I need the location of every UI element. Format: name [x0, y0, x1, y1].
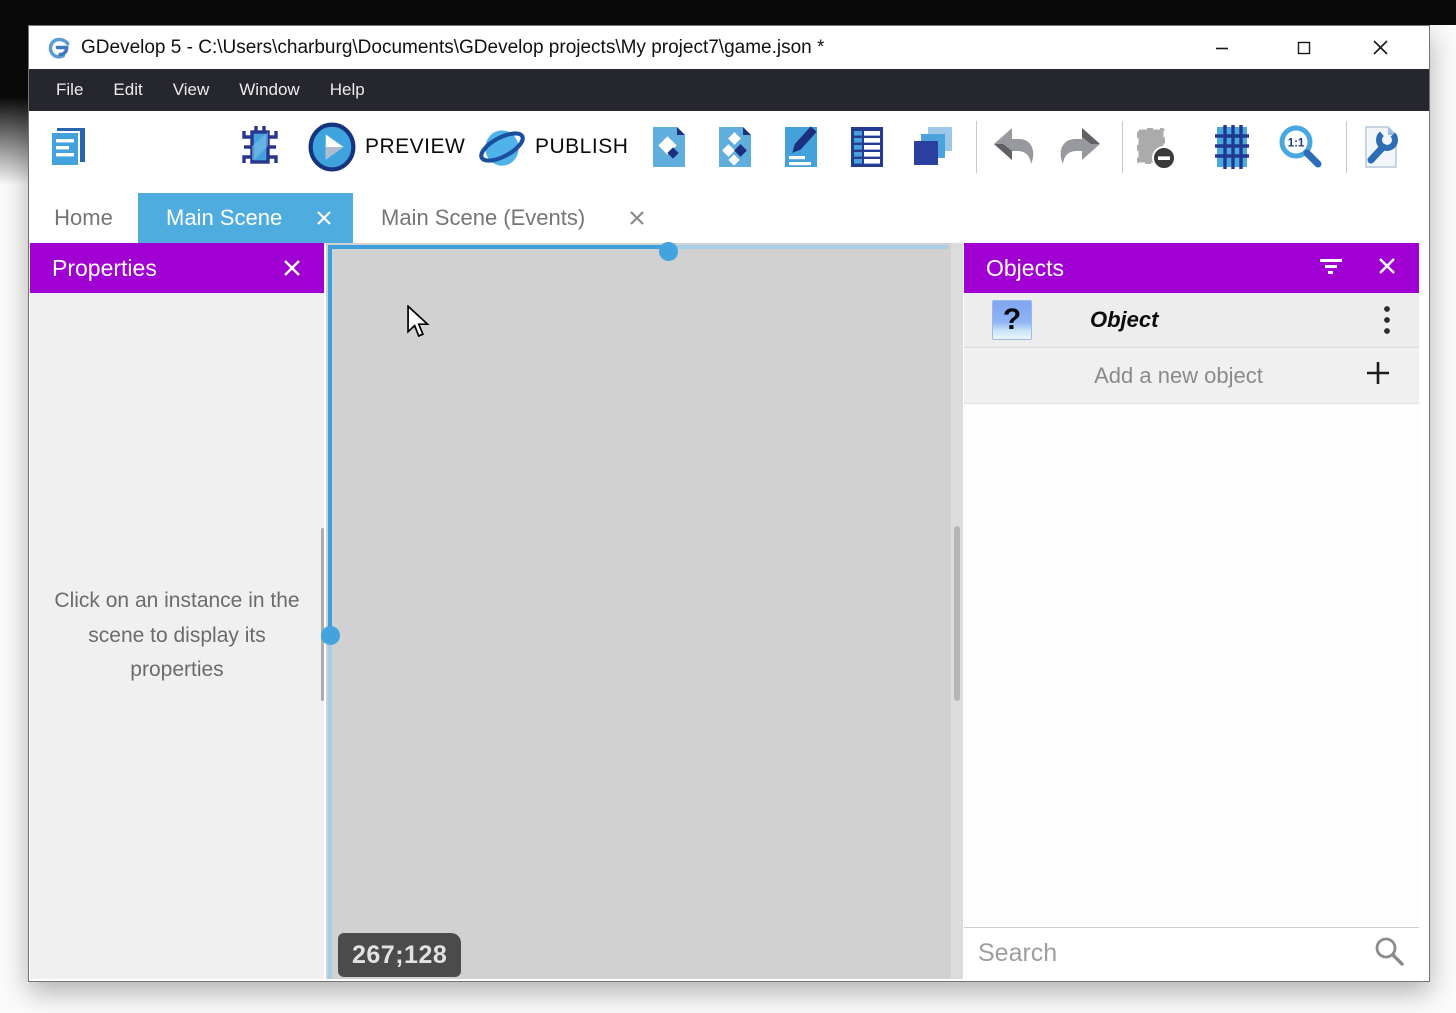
edit-scene-properties-button[interactable]	[776, 123, 826, 171]
redo-icon	[1056, 123, 1104, 171]
scene-hscroll-track-right[interactable]	[668, 245, 948, 249]
add-new-object-button[interactable]: Add a new object	[964, 348, 1419, 404]
zoom-ratio-label: 1:1	[1288, 138, 1305, 150]
external-events-doc-icon	[711, 123, 759, 171]
main-area: Properties Click on an instance in the s…	[29, 243, 1429, 981]
debugger-bug-icon	[236, 123, 284, 171]
objects-panel-header: Objects	[964, 243, 1419, 293]
clear-selection-button[interactable]	[1129, 123, 1179, 171]
title-bar: GDevelop 5 - C:\Users\charburg\Documents…	[29, 26, 1429, 69]
toggle-grid-button[interactable]	[1207, 123, 1257, 171]
editor-tab-bar: Home Main Scene Main Scene (Events)	[29, 183, 1429, 243]
advanced-settings-button[interactable]	[1355, 123, 1405, 171]
properties-panel-body: Click on an instance in the scene to dis…	[30, 293, 324, 979]
close-icon	[1372, 39, 1389, 56]
toolbar: PREVIEW PUBLISH	[29, 111, 1429, 183]
maximize-button[interactable]	[1281, 26, 1327, 69]
objects-filter-icon[interactable]	[1319, 257, 1343, 280]
deselect-marquee-icon	[1129, 123, 1179, 171]
menu-edit[interactable]: Edit	[98, 69, 157, 111]
object-name-label: Object	[1090, 307, 1158, 333]
tab-home[interactable]: Home	[46, 193, 121, 243]
instances-stack-icon	[909, 123, 957, 171]
tab-main-scene-events-close-icon[interactable]	[628, 209, 646, 227]
desktop-background-top	[0, 0, 1456, 25]
undo-icon	[990, 123, 1038, 171]
debugger-button[interactable]	[235, 123, 285, 171]
search-icon	[1373, 935, 1405, 972]
tab-main-scene-events[interactable]: Main Scene (Events)	[353, 193, 666, 243]
scene-canvas[interactable]	[326, 243, 951, 979]
scene-right-scrollbar-thumb[interactable]	[954, 526, 960, 701]
tab-main-scene-label: Main Scene	[166, 205, 282, 231]
maximize-icon	[1296, 40, 1312, 56]
zoom-original-button[interactable]: 1:1	[1275, 123, 1325, 171]
add-new-object-label: Add a new object	[992, 363, 1365, 389]
mouse-cursor-icon	[406, 305, 432, 344]
tab-main-scene-events-label: Main Scene (Events)	[381, 205, 585, 231]
properties-scrollbar[interactable]	[321, 528, 324, 701]
menu-file[interactable]: File	[41, 69, 98, 111]
publish-label: PUBLISH	[535, 135, 628, 159]
scene-vscroll-track-bottom[interactable]	[328, 635, 332, 979]
redo-button[interactable]	[1055, 123, 1105, 171]
gdevelop-window: GDevelop 5 - C:\Users\charburg\Documents…	[28, 25, 1430, 982]
properties-panel: Properties Click on an instance in the s…	[30, 243, 324, 979]
scene-hscroll-thumb[interactable]	[659, 242, 678, 261]
minimize-button[interactable]	[1199, 26, 1245, 69]
menu-bar: File Edit View Window Help	[29, 69, 1429, 111]
layers-editor-button[interactable]	[842, 123, 892, 171]
preview-play-icon	[307, 122, 357, 172]
object-list-item[interactable]: ? Object	[964, 293, 1419, 348]
scene-editor: 267;128	[326, 243, 963, 979]
toolbar-separator	[1346, 121, 1347, 173]
object-search-bar	[964, 927, 1419, 979]
menu-view[interactable]: View	[158, 69, 225, 111]
properties-empty-message: Click on an instance in the scene to dis…	[50, 584, 304, 688]
properties-panel-header: Properties	[30, 243, 324, 293]
objects-doc-icon	[645, 123, 693, 171]
tab-home-label: Home	[54, 205, 113, 231]
wrench-doc-icon	[1356, 123, 1404, 171]
objects-editor-button[interactable]	[644, 123, 694, 171]
cursor-coordinates-badge: 267;128	[338, 933, 461, 977]
edit-scene-doc-icon	[777, 123, 825, 171]
close-button[interactable]	[1357, 26, 1403, 69]
menu-window[interactable]: Window	[224, 69, 314, 111]
tab-main-scene[interactable]: Main Scene	[138, 193, 353, 243]
layers-list-doc-icon	[843, 123, 891, 171]
grid-icon	[1208, 123, 1256, 171]
scene-right-scrollbar-track[interactable]	[951, 243, 963, 979]
instances-list-button[interactable]	[908, 123, 958, 171]
properties-close-icon[interactable]	[282, 258, 302, 278]
publish-button[interactable]: PUBLISH	[477, 123, 628, 171]
plus-icon[interactable]	[1365, 360, 1391, 391]
project-manager-icon	[44, 123, 92, 171]
publish-globe-icon	[477, 122, 527, 172]
object-question-icon: ?	[992, 300, 1032, 340]
toolbar-separator	[1122, 121, 1123, 173]
tab-main-scene-close-icon[interactable]	[315, 209, 333, 227]
objects-panel-title: Objects	[986, 255, 1064, 282]
properties-panel-title: Properties	[52, 255, 157, 282]
window-title: GDevelop 5 - C:\Users\charburg\Documents…	[81, 37, 824, 59]
object-search-input[interactable]	[978, 939, 1373, 968]
scene-vscroll-thumb[interactable]	[321, 626, 340, 645]
toolbar-separator	[976, 121, 977, 173]
menu-help[interactable]: Help	[315, 69, 380, 111]
scene-hscroll-track-left[interactable]	[328, 245, 668, 249]
preview-label: PREVIEW	[365, 135, 465, 159]
gdevelop-logo-icon	[45, 35, 71, 61]
object-menu-dots-icon[interactable]	[1383, 305, 1391, 335]
desktop-background-left	[0, 25, 28, 185]
objects-panel: Objects ? Object	[964, 243, 1419, 979]
preview-button[interactable]: PREVIEW	[307, 123, 465, 171]
undo-button[interactable]	[989, 123, 1039, 171]
scene-vscroll-track-top[interactable]	[328, 245, 332, 635]
minimize-icon	[1214, 40, 1230, 56]
project-manager-button[interactable]	[43, 123, 93, 171]
external-events-button[interactable]	[710, 123, 760, 171]
objects-close-icon[interactable]	[1377, 256, 1397, 281]
zoom-original-icon: 1:1	[1276, 123, 1324, 171]
